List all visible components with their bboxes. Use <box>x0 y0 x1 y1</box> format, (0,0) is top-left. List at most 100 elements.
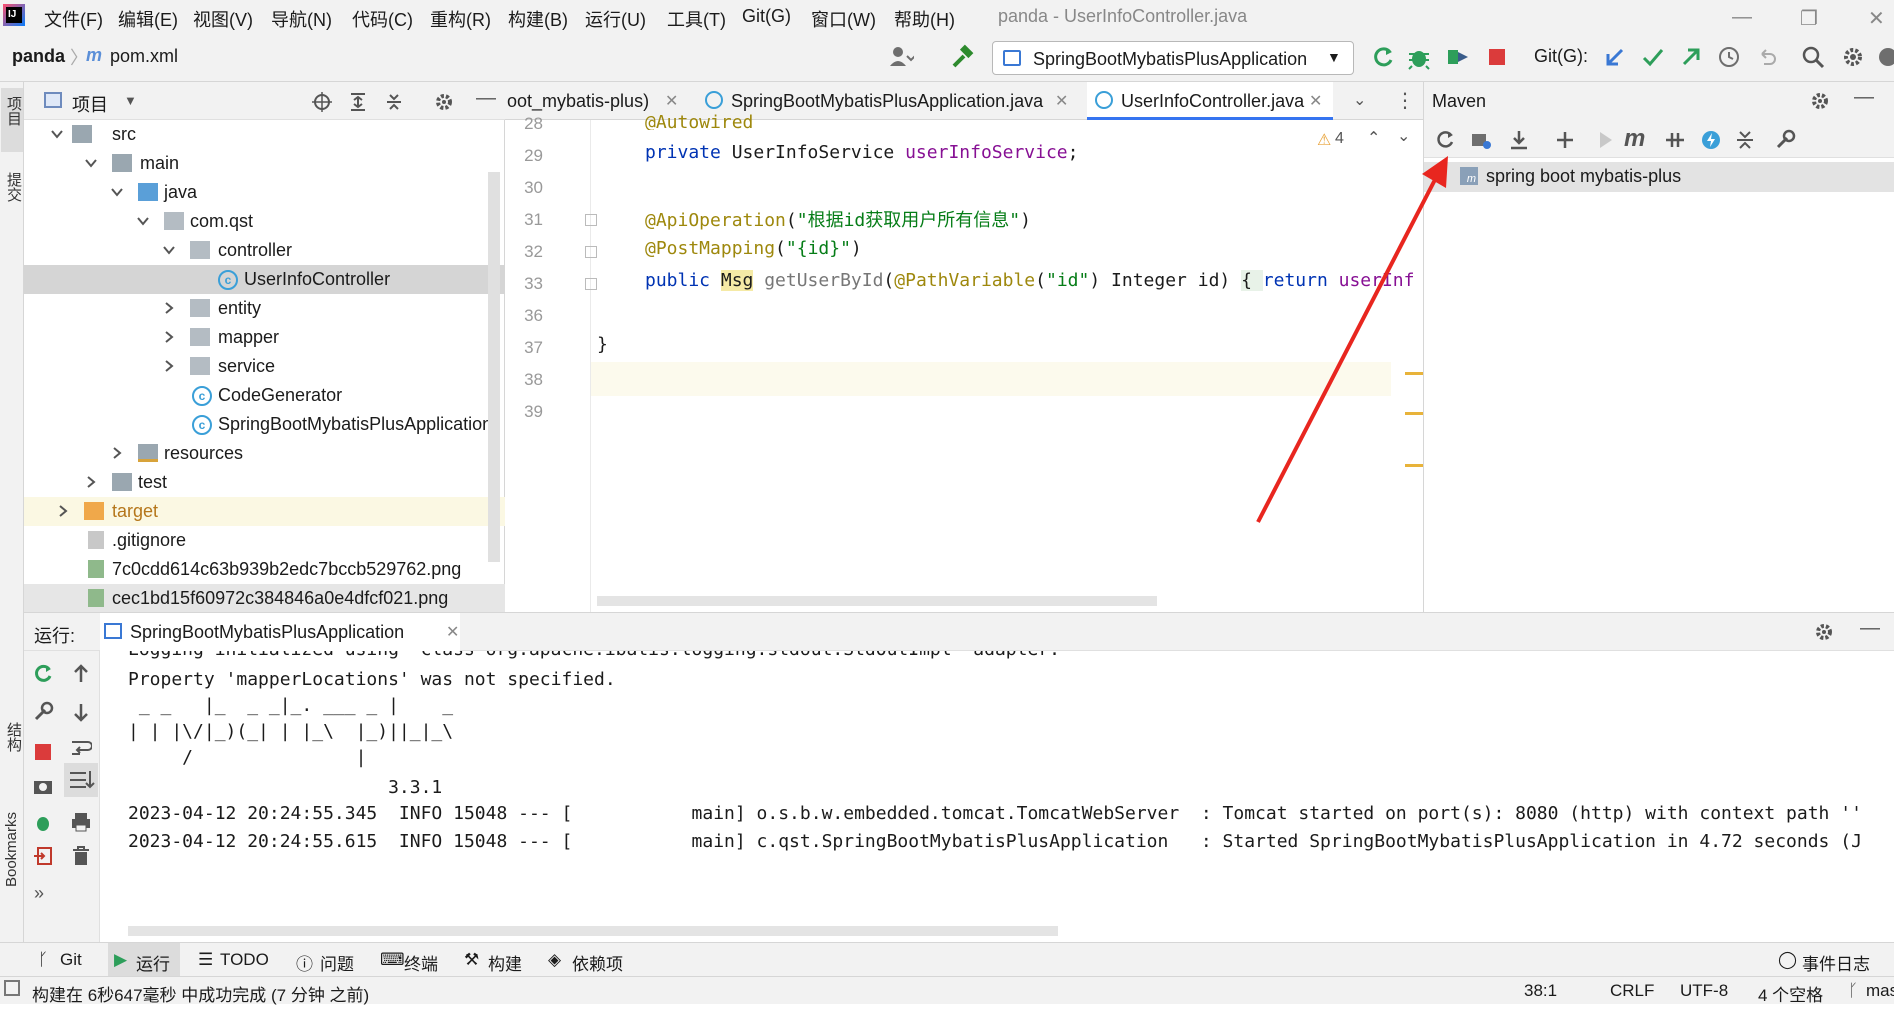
tree-row-test[interactable]: test <box>24 468 505 497</box>
collapse-all-icon[interactable] <box>1734 129 1756 151</box>
build-hammer-icon[interactable] <box>950 44 976 70</box>
git-tool-button[interactable]: ᚴ Git <box>36 943 106 977</box>
tab-userinfocontroller[interactable]: UserInfoController.java ✕ <box>1087 82 1333 120</box>
tree-row-target[interactable]: target <box>24 497 505 526</box>
arrow-down-icon[interactable] <box>70 701 92 723</box>
exit-icon[interactable] <box>32 845 54 867</box>
menu-navigate[interactable]: 导航(N) <box>271 6 332 32</box>
menu-git[interactable]: Git(G) <box>742 6 791 27</box>
run-with-coverage-icon[interactable] <box>1444 44 1470 70</box>
reload-icon[interactable] <box>1434 129 1456 151</box>
tree-row-controller[interactable]: controller <box>24 236 505 265</box>
git-update-icon[interactable] <box>1602 44 1628 70</box>
soft-wrap-icon[interactable] <box>70 737 92 759</box>
run-maven-icon[interactable] <box>1594 129 1616 151</box>
chevron-down-icon[interactable] <box>136 214 150 228</box>
toggle-offline-icon[interactable] <box>1664 129 1686 151</box>
panel-settings-gear-icon[interactable] <box>434 92 454 112</box>
hide-panel-icon[interactable]: — <box>1854 86 1874 109</box>
close-icon[interactable]: ✕ <box>1055 91 1068 111</box>
more-icon[interactable]: » <box>34 883 44 904</box>
tree-row-main[interactable]: main <box>24 149 505 178</box>
arrow-up-icon[interactable] <box>70 663 92 685</box>
stripe-project-button[interactable]: 项目 <box>1 88 23 152</box>
status-message[interactable]: 构建在 6秒647毫秒 中成功完成 (7 分钟 之前) <box>32 981 369 1006</box>
trash-icon[interactable] <box>70 845 92 867</box>
run-settings-gear-icon[interactable] <box>1814 622 1834 642</box>
tree-row-userinfocontroller[interactable]: c UserInfoController <box>24 265 505 294</box>
tree-row-java[interactable]: java <box>24 178 505 207</box>
tree-row-entity[interactable]: entity <box>24 294 505 323</box>
chevron-right-icon[interactable] <box>162 330 176 344</box>
breadcrumb-project[interactable]: panda <box>12 46 65 67</box>
caret-position[interactable]: 38:1 <box>1524 981 1557 1001</box>
stop-icon[interactable] <box>1484 44 1510 70</box>
close-icon[interactable]: ✕ <box>665 91 678 111</box>
tree-row-com-qst[interactable]: com.qst <box>24 207 505 236</box>
file-encoding[interactable]: UTF-8 <box>1680 981 1728 1001</box>
tree-row-resources[interactable]: resources <box>24 439 505 468</box>
tree-row-gitignore[interactable]: .gitignore <box>24 526 505 555</box>
vertical-scrollbar[interactable] <box>488 172 500 562</box>
camera-icon[interactable] <box>32 775 54 797</box>
problems-tool-button[interactable]: ⓘ 问题 <box>294 943 374 977</box>
chevron-down-icon[interactable] <box>50 127 64 141</box>
run-config-select[interactable]: SpringBootMybatisPlusApplication ▼ <box>992 41 1354 75</box>
chevron-right-icon[interactable] <box>162 359 176 373</box>
rerun-icon[interactable] <box>32 663 54 685</box>
tree-row-service[interactable]: service <box>24 352 505 381</box>
hide-panel-icon[interactable]: — <box>476 87 496 110</box>
tab-application[interactable]: SpringBootMybatisPlusApplication.java ✕ <box>699 82 1079 120</box>
maven-settings-wrench-icon[interactable] <box>1774 129 1796 151</box>
stripe-bookmarks-label[interactable]: Bookmarks <box>3 812 20 887</box>
add-icon[interactable] <box>1554 129 1576 151</box>
debug-icon[interactable] <box>32 811 54 833</box>
minimize-icon[interactable]: — <box>1732 6 1752 29</box>
settings-gear-icon[interactable] <box>1840 44 1866 70</box>
search-icon[interactable] <box>1800 44 1826 70</box>
chevron-right-icon[interactable] <box>162 301 176 315</box>
tree-row-src[interactable]: src <box>24 120 505 149</box>
line-separator[interactable]: CRLF <box>1610 981 1654 1001</box>
dependencies-tool-button[interactable]: ◈ 依赖项 <box>546 943 656 977</box>
tree-row-png1[interactable]: 7c0cdd614c63b939b2edc7bccb529762.png <box>24 555 505 584</box>
menu-code[interactable]: 代码(C) <box>352 6 413 32</box>
rerun-icon[interactable] <box>1370 44 1396 70</box>
run-tool-button[interactable]: ▶ 运行 <box>108 943 180 977</box>
chevron-right-icon[interactable] <box>110 446 124 460</box>
tree-row-mapper[interactable]: mapper <box>24 323 505 352</box>
chevron-down-icon[interactable] <box>84 156 98 170</box>
horizontal-scrollbar[interactable] <box>128 926 1058 936</box>
run-tab[interactable]: SpringBootMybatisPlusApplication ✕ <box>100 613 460 651</box>
menu-refactor[interactable]: 重构(R) <box>430 6 491 32</box>
terminal-tool-button[interactable]: ⌨ 终端 <box>378 943 458 977</box>
warning-icon[interactable]: ⚠ <box>1317 130 1331 150</box>
fold-icon[interactable] <box>585 214 597 226</box>
tree-row-application[interactable]: c SpringBootMybatisPlusApplication <box>24 410 505 439</box>
chevron-down-icon[interactable] <box>162 243 176 257</box>
rollback-icon[interactable] <box>1754 44 1780 70</box>
event-log-button[interactable]: ◯ 事件日志 <box>1776 943 1886 977</box>
generate-sources-icon[interactable] <box>1470 129 1492 151</box>
maven-project-row[interactable]: m spring boot mybatis-plus <box>1424 162 1894 192</box>
tree-row-codegenerator[interactable]: c CodeGenerator <box>24 381 505 410</box>
hide-panel-icon[interactable]: — <box>1860 617 1880 640</box>
fold-icon[interactable] <box>585 278 597 290</box>
build-tool-button[interactable]: ⚒ 构建 <box>462 943 542 977</box>
chevron-right-icon[interactable] <box>56 504 70 518</box>
git-push-icon[interactable] <box>1678 44 1704 70</box>
restore-icon[interactable]: ❐ <box>1800 6 1818 31</box>
close-icon[interactable]: ✕ <box>446 622 459 642</box>
todo-tool-button[interactable]: ☰ TODO <box>196 943 276 977</box>
breadcrumb-file[interactable]: pom.xml <box>110 46 178 67</box>
menu-file[interactable]: 文件(F) <box>44 6 103 32</box>
fold-icon[interactable] <box>585 246 597 258</box>
chevron-right-icon[interactable] <box>84 475 98 489</box>
stop-icon[interactable] <box>34 743 52 761</box>
more-vertical-icon[interactable]: ⋮ <box>1395 88 1415 113</box>
close-icon[interactable]: ✕ <box>1309 91 1322 111</box>
debug-icon[interactable] <box>1406 44 1432 70</box>
horizontal-scrollbar[interactable] <box>597 596 1157 606</box>
download-icon[interactable] <box>1508 129 1530 151</box>
execute-goal-icon[interactable]: m <box>1624 125 1645 153</box>
